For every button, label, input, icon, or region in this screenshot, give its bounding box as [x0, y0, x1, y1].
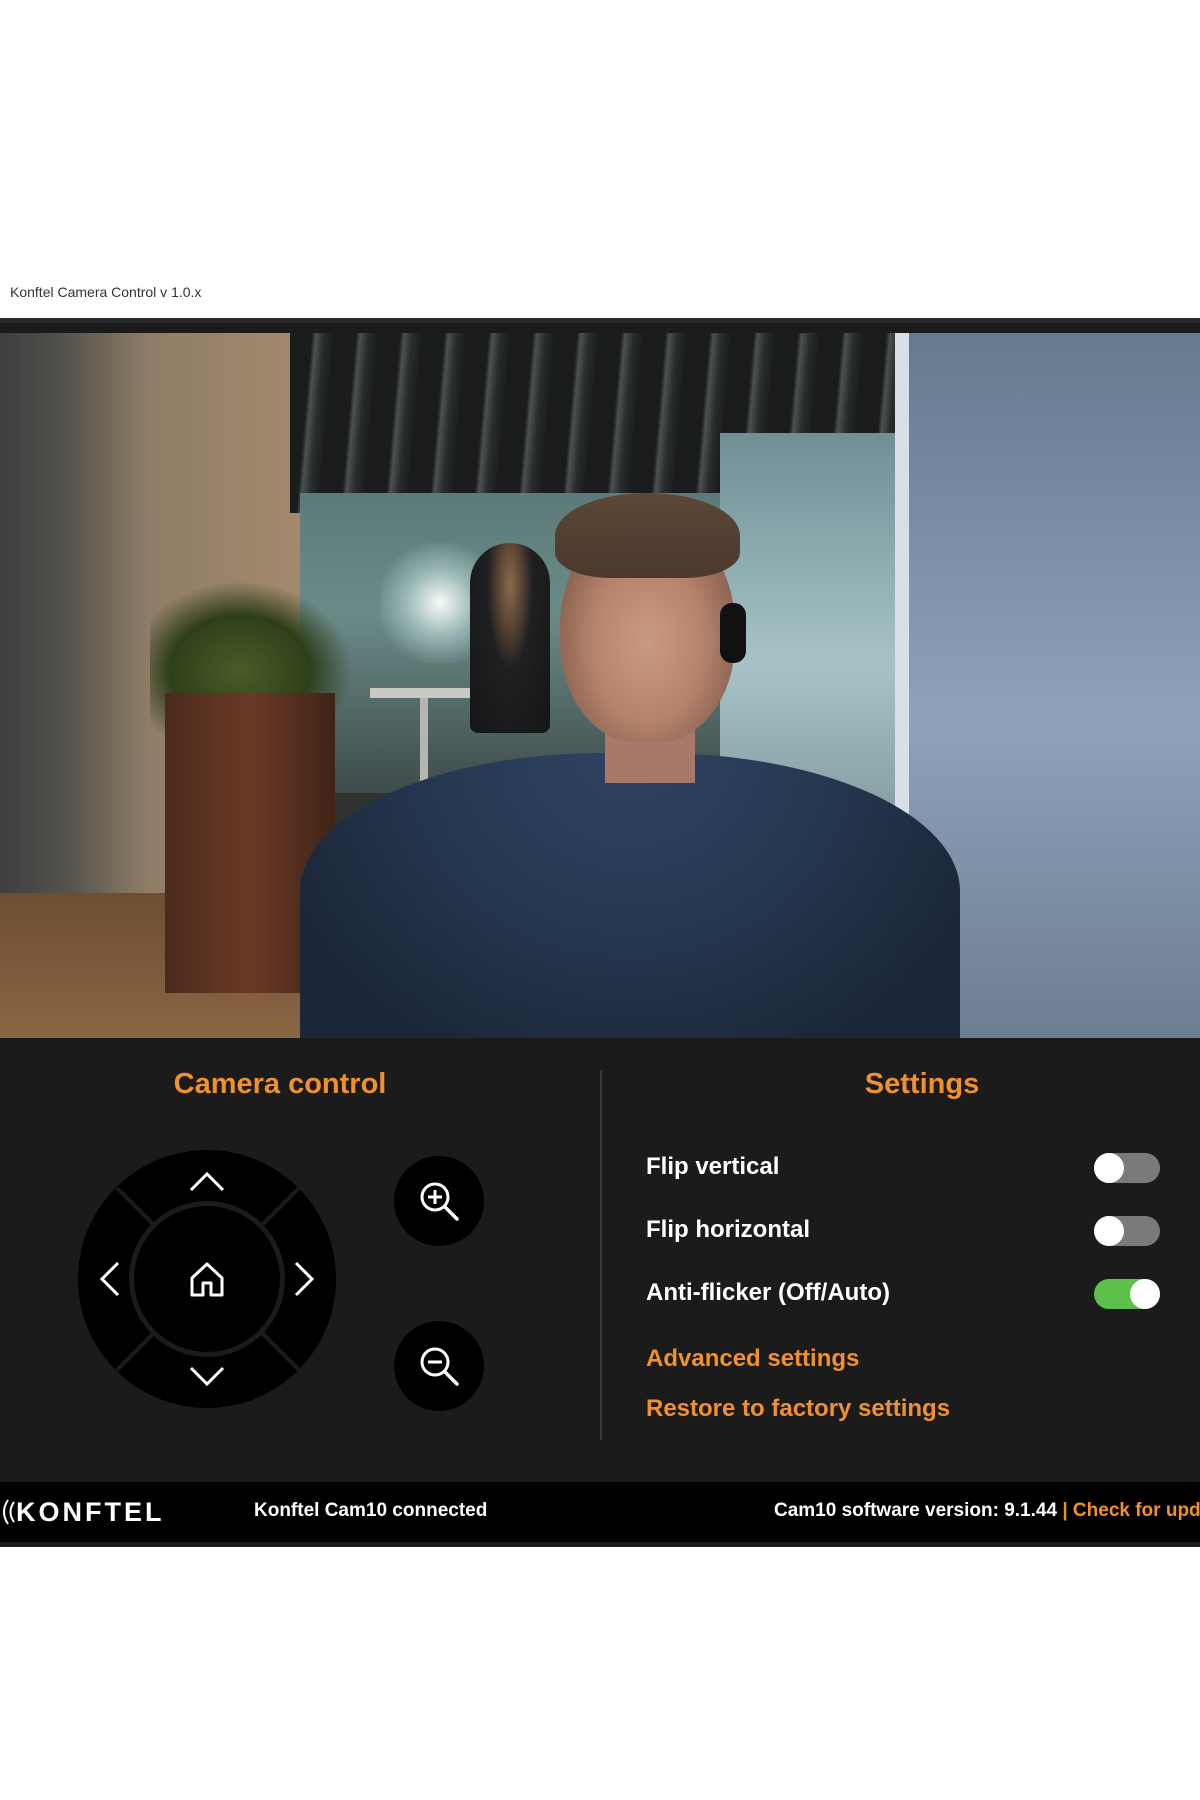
anti-flicker-toggle[interactable] — [1094, 1279, 1160, 1309]
setting-label: Anti-flicker (Off/Auto) — [646, 1279, 890, 1306]
zoom-in-icon — [416, 1178, 462, 1224]
chevron-right-icon — [292, 1259, 316, 1299]
logo-waves-icon — [3, 1499, 15, 1525]
panel-divider — [600, 1070, 602, 1440]
app-window: Camera control Settings Flip vertical Fl… — [0, 318, 1200, 1547]
setting-label: Flip horizontal — [646, 1216, 810, 1243]
pan-left-button[interactable] — [82, 1251, 138, 1307]
version-separator: | — [1062, 1500, 1068, 1521]
zoom-in-button[interactable] — [394, 1156, 484, 1246]
camera-control-title: Camera control — [173, 1068, 387, 1100]
flip-horizontal-toggle[interactable] — [1094, 1216, 1160, 1246]
camera-preview — [0, 333, 1200, 1038]
flip-vertical-toggle[interactable] — [1094, 1153, 1160, 1183]
direction-pad — [78, 1150, 336, 1408]
zoom-out-icon — [416, 1343, 462, 1389]
setting-flip-vertical: Flip vertical — [646, 1147, 1160, 1187]
check-for-updates-link[interactable]: Check for updates — [1073, 1500, 1200, 1521]
chevron-left-icon — [98, 1259, 122, 1299]
pan-down-button[interactable] — [179, 1348, 235, 1404]
dpad-center — [134, 1206, 280, 1352]
home-button[interactable] — [179, 1251, 235, 1307]
setting-flip-horizontal: Flip horizontal — [646, 1210, 1160, 1250]
logo-text: KONFTEL — [16, 1496, 165, 1527]
chevron-down-icon — [187, 1364, 227, 1388]
zoom-out-button[interactable] — [394, 1321, 484, 1411]
home-icon — [187, 1259, 227, 1299]
restore-factory-settings-link[interactable]: Restore to factory settings — [646, 1395, 950, 1423]
version-info: Cam10 software version: 9.1.44 | Check f… — [774, 1500, 1200, 1522]
pan-up-button[interactable] — [179, 1154, 235, 1210]
status-bar: KONFTEL Konftel Cam10 connected Cam10 so… — [0, 1482, 1200, 1542]
advanced-settings-link[interactable]: Advanced settings — [646, 1345, 859, 1373]
software-version: Cam10 software version: 9.1.44 — [774, 1500, 1058, 1521]
window-title: Konftel Camera Control v 1.0.x — [10, 284, 202, 300]
pan-right-button[interactable] — [276, 1251, 332, 1307]
setting-anti-flicker: Anti-flicker (Off/Auto) — [646, 1273, 1160, 1313]
settings-title: Settings — [864, 1068, 980, 1100]
controls-panel: Camera control Settings Flip vertical Fl… — [0, 1038, 1200, 1482]
setting-label: Flip vertical — [646, 1153, 780, 1180]
konftel-logo: KONFTEL — [0, 1496, 165, 1528]
connection-status: Konftel Cam10 connected — [254, 1500, 488, 1521]
chevron-up-icon — [187, 1170, 227, 1194]
